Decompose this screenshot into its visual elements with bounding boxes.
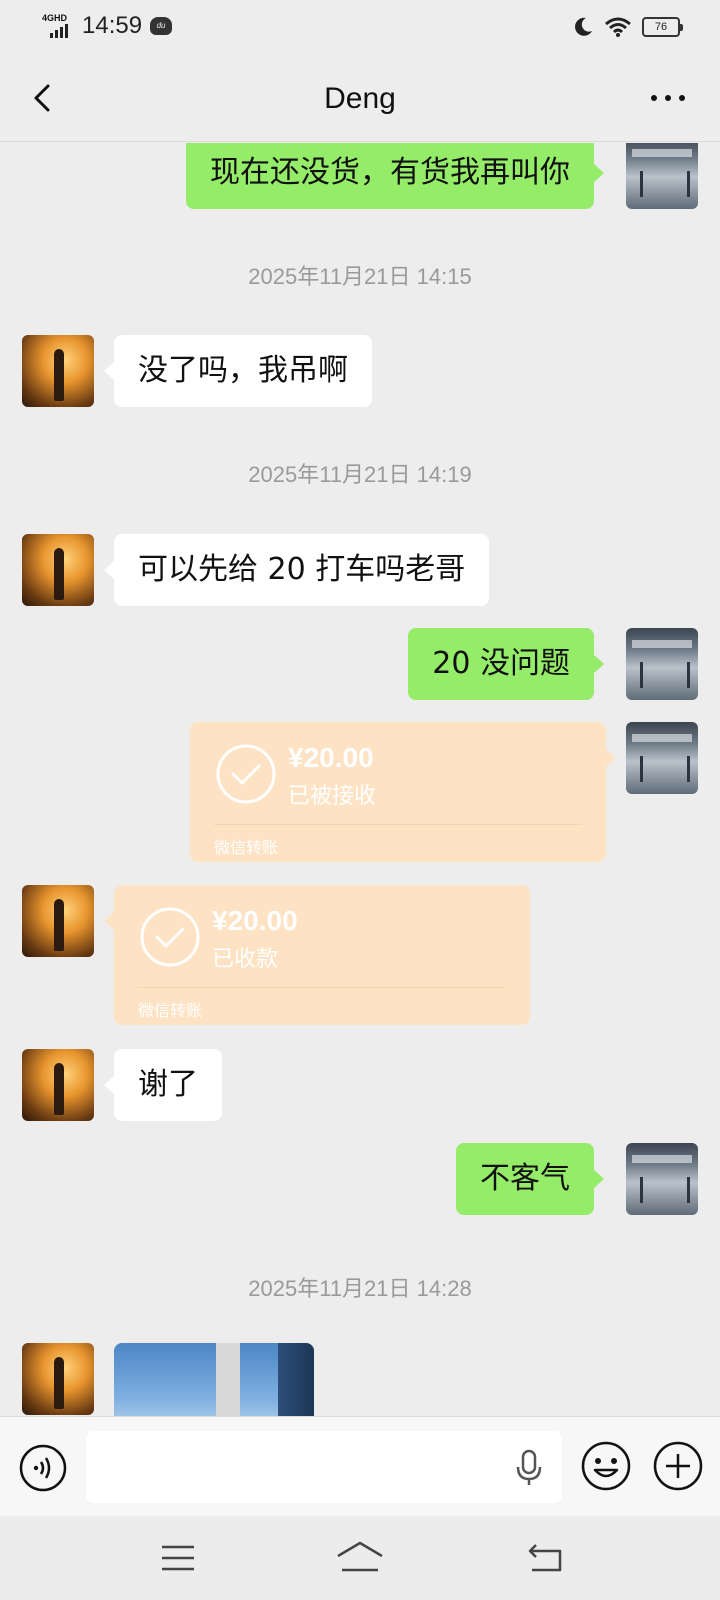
chat-header: Deng (0, 56, 720, 142)
self-avatar[interactable] (626, 628, 698, 700)
contact-avatar[interactable] (22, 1049, 94, 1121)
transfer-amount: ¥20.00 (212, 905, 298, 936)
message-text: 可以先给 20 打车吗老哥 (138, 552, 466, 587)
sent-message[interactable]: 20 没问题 (408, 628, 604, 700)
self-avatar[interactable] (626, 722, 698, 794)
status-right: 76 (572, 16, 683, 38)
system-nav-bar (0, 1516, 720, 1600)
more-icon[interactable] (648, 86, 688, 110)
message-list[interactable]: 现在还没货，有货我再叫你 2025年11月21日 14:15 没了吗，我吊啊 2… (0, 143, 720, 1416)
self-avatar[interactable] (626, 143, 698, 209)
battery-icon: 76 (642, 17, 683, 37)
divider (138, 987, 506, 988)
sent-message[interactable]: 现在还没货，有货我再叫你 (186, 143, 604, 209)
moon-icon (575, 17, 592, 36)
contact-avatar[interactable] (22, 534, 94, 606)
transfer-card[interactable]: ¥20.00 已被接收 微信转账 (190, 722, 616, 862)
message-text: 20 没问题 (432, 646, 570, 681)
message-text: 没了吗，我吊啊 (138, 353, 348, 388)
app-notification-icon: du (150, 17, 173, 35)
message-text: 不客气 (480, 1161, 570, 1196)
emoji-icon[interactable] (580, 1440, 632, 1492)
voice-icon[interactable] (18, 1443, 68, 1493)
self-avatar[interactable] (626, 1143, 698, 1215)
sent-message[interactable]: 不客气 (456, 1143, 604, 1215)
contact-avatar[interactable] (22, 335, 94, 407)
timestamp: 2025年11月21日 14:28 (248, 1276, 472, 1301)
wifi-icon (605, 17, 631, 37)
transfer-status: 已被接收 (288, 783, 377, 808)
contact-avatar[interactable] (22, 1343, 94, 1415)
contact-avatar[interactable] (22, 885, 94, 957)
microphone-icon[interactable] (514, 1449, 544, 1487)
received-message[interactable]: 谢了 (104, 1049, 222, 1121)
chat-title: Deng (324, 82, 396, 115)
message-text: 谢了 (138, 1067, 198, 1102)
back-icon[interactable] (526, 1542, 566, 1574)
transfer-label: 微信转账 (138, 1003, 203, 1020)
transfer-status: 已收款 (212, 946, 279, 971)
received-message[interactable]: 没了吗，我吊啊 (104, 335, 372, 407)
menu-icon[interactable] (160, 1544, 196, 1572)
signal-icon: 4GHD (42, 12, 74, 40)
message-input[interactable] (86, 1431, 562, 1503)
transfer-amount: ¥20.00 (288, 742, 374, 773)
timestamp: 2025年11月21日 14:19 (248, 462, 472, 487)
status-bar: 4GHD 14:59 du 76 (0, 0, 720, 56)
received-message[interactable]: 可以先给 20 打车吗老哥 (103, 534, 490, 606)
check-circle-icon (140, 907, 200, 967)
home-icon[interactable] (336, 1540, 384, 1574)
transfer-card[interactable]: ¥20.00 已收款 微信转账 (104, 885, 530, 1025)
status-time: 14:59 (82, 12, 143, 39)
network-type: 4GHD (42, 13, 68, 23)
transfer-label: 微信转账 (214, 840, 279, 857)
divider (214, 824, 582, 825)
plus-icon[interactable] (652, 1440, 704, 1492)
image-message[interactable] (114, 1343, 314, 1416)
timestamp: 2025年11月21日 14:15 (248, 264, 472, 289)
check-circle-icon (216, 744, 276, 804)
input-bar (0, 1416, 720, 1516)
message-text: 现在还没货，有货我再叫你 (210, 155, 570, 190)
status-left: 4GHD 14:59 du (42, 12, 173, 40)
